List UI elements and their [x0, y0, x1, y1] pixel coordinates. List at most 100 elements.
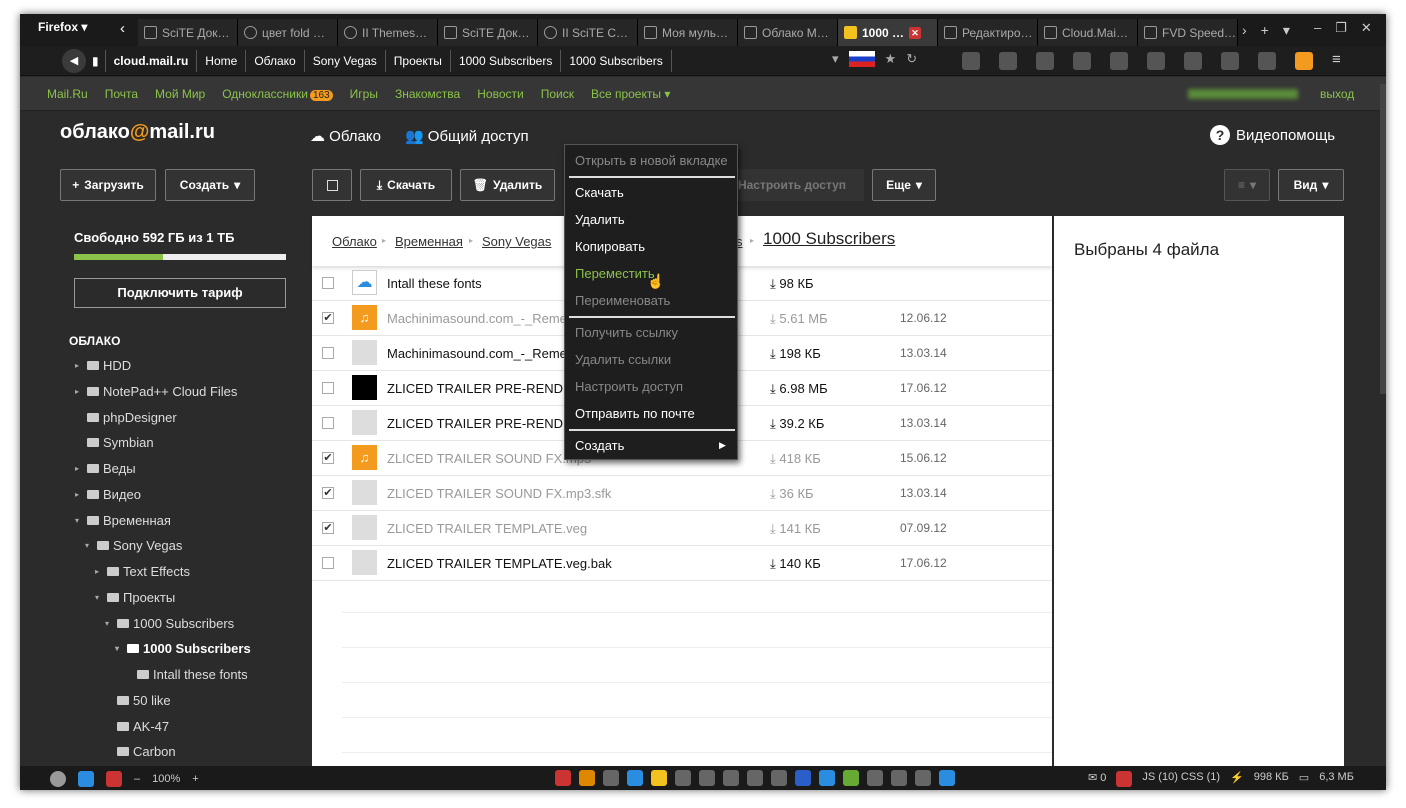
tab-active[interactable]: 1000 … ✕: [838, 19, 938, 46]
face-icon[interactable]: [651, 770, 667, 786]
portal-link-ok[interactable]: Одноклассники 163: [222, 87, 333, 101]
collapse-arrow-icon[interactable]: ▾: [85, 541, 93, 550]
collapse-arrow-icon[interactable]: ▾: [95, 593, 103, 602]
mail-notifier[interactable]: ✉ 0: [1088, 771, 1106, 787]
star-icon[interactable]: [723, 770, 739, 786]
url-bar[interactable]: ▮ cloud.mail.ru Home Облако Sony Vegas П…: [86, 50, 842, 72]
tree-item[interactable]: ▸ Видео: [75, 487, 141, 502]
portal-link[interactable]: Новости: [477, 87, 523, 101]
menu-open-new-tab[interactable]: Открыть в новой вкладке: [575, 153, 728, 168]
bookmark-icon[interactable]: [1221, 52, 1239, 70]
menu-access[interactable]: Настроить доступ: [575, 379, 683, 394]
url-crumb[interactable]: 1000 Subscribers: [451, 50, 562, 72]
save-icon[interactable]: [795, 770, 811, 786]
reload-icon[interactable]: ↻: [906, 51, 917, 67]
tab[interactable]: SciTE Док…: [438, 19, 538, 46]
tab[interactable]: II SciTE C…: [538, 19, 638, 46]
url-crumb[interactable]: Проекты: [386, 50, 451, 72]
video-help-link[interactable]: ? Видеопомощь: [1210, 125, 1335, 145]
minimize-icon[interactable]: –: [1314, 20, 1321, 36]
reload-icon[interactable]: [106, 771, 122, 787]
tree-item[interactable]: phpDesigner: [75, 410, 177, 425]
expand-arrow-icon[interactable]: ▸: [75, 464, 83, 473]
row-checkbox[interactable]: ✔: [322, 522, 334, 534]
file-name[interactable]: Machinimasound.com_-_Reme: [387, 311, 567, 326]
tree-item[interactable]: ▸ NotePad++ Cloud Files: [75, 384, 237, 399]
tab[interactable]: FVD Speed…: [1138, 19, 1238, 46]
tree-item[interactable]: ▾ 1000 Subscribers: [105, 616, 234, 631]
tab[interactable]: цвет fold …: [238, 19, 338, 46]
menu-download[interactable]: Скачать: [575, 185, 624, 200]
file-name[interactable]: Intall these fonts: [387, 276, 482, 291]
cloud-logo[interactable]: облако@mail.ru: [60, 121, 215, 144]
send-icon[interactable]: [747, 770, 763, 786]
addon-icon[interactable]: [1116, 771, 1133, 787]
breadcrumb-link[interactable]: Облако: [332, 234, 377, 249]
row-checkbox[interactable]: [322, 382, 334, 394]
menu-get-link[interactable]: Получить ссылку: [575, 325, 678, 340]
addon-icon[interactable]: [555, 770, 571, 786]
row-checkbox[interactable]: ✔: [322, 487, 334, 499]
upload-button[interactable]: + Загрузить: [60, 169, 156, 201]
portal-link[interactable]: Почта: [105, 87, 138, 101]
refresh-icon[interactable]: [627, 770, 643, 786]
row-checkbox[interactable]: [322, 277, 334, 289]
tree-item[interactable]: Carbon: [105, 744, 176, 759]
url-crumb[interactable]: 1000 Subscribers: [561, 50, 672, 72]
home-icon[interactable]: ▮: [86, 50, 106, 72]
collapse-arrow-icon[interactable]: ▾: [75, 516, 83, 525]
tab[interactable]: Моя муль…: [638, 19, 738, 46]
download-arrow-icon[interactable]: [843, 770, 859, 786]
clipboard-icon[interactable]: [999, 52, 1017, 70]
url-crumb[interactable]: Sony Vegas: [305, 50, 386, 72]
zoom-out-icon[interactable]: –: [134, 773, 140, 785]
collapse-arrow-icon[interactable]: ▾: [115, 644, 123, 653]
nav-shared[interactable]: 👥 Общий доступ: [405, 127, 529, 145]
file-name[interactable]: ZLICED TRAILER TEMPLATE.veg: [387, 521, 587, 536]
row-checkbox[interactable]: [322, 417, 334, 429]
download-icon[interactable]: [1295, 52, 1313, 70]
firefox-menu-button[interactable]: Firefox ▾: [38, 20, 87, 34]
connect-plan-button[interactable]: Подключить тариф: [74, 278, 286, 308]
menu-rename[interactable]: Переименовать: [575, 293, 670, 308]
portal-link[interactable]: Игры: [350, 87, 378, 101]
breadcrumb-current[interactable]: 1000 Subscribers: [763, 229, 895, 249]
close-window-icon[interactable]: ✕: [1361, 20, 1372, 36]
menu-create[interactable]: Создать: [575, 438, 624, 453]
tab[interactable]: Редактиро…: [938, 19, 1038, 46]
clock-icon[interactable]: [699, 770, 715, 786]
zoom-in-icon[interactable]: +: [192, 773, 198, 785]
new-tab-icon[interactable]: +: [1261, 22, 1269, 39]
tree-item[interactable]: ▸ Веды: [75, 461, 136, 476]
row-checkbox[interactable]: ✔: [322, 452, 334, 464]
tree-item[interactable]: AK-47: [105, 719, 169, 734]
tab[interactable]: Cloud.Mai…: [1038, 19, 1138, 46]
delete-button[interactable]: 🗑 Удалить: [460, 169, 555, 201]
dropdown-icon[interactable]: ▾: [832, 51, 839, 67]
file-name[interactable]: Machinimasound.com_-_Reme: [387, 346, 567, 361]
addon-icon[interactable]: [962, 52, 980, 70]
access-button[interactable]: Настроить доступ: [720, 169, 864, 201]
tree-item[interactable]: ▾ Sony Vegas: [85, 538, 182, 553]
file-name[interactable]: ZLICED TRAILER PRE-RENDE: [387, 416, 572, 431]
tree-item[interactable]: ▾ Временная: [75, 513, 171, 528]
gear-icon[interactable]: [1147, 52, 1165, 70]
portal-link[interactable]: Знакомства: [395, 87, 460, 101]
url-crumb[interactable]: cloud.mail.ru: [106, 50, 198, 72]
tools-icon[interactable]: [1073, 52, 1091, 70]
expand-arrow-icon[interactable]: ▸: [75, 490, 83, 499]
logout-link[interactable]: выход: [1320, 87, 1354, 101]
screenshot-icon[interactable]: [1258, 52, 1276, 70]
tree-item[interactable]: Intall these fonts: [125, 667, 248, 682]
menu-delete[interactable]: Удалить: [575, 212, 625, 227]
search-icon[interactable]: [867, 770, 883, 786]
url-crumb[interactable]: Home: [197, 50, 247, 72]
tree-item[interactable]: 50 like: [105, 693, 171, 708]
addon-icon[interactable]: [819, 770, 835, 786]
file-name[interactable]: ZLICED TRAILER SOUND FX.mp3.sfk: [387, 486, 611, 501]
scrollbar[interactable]: [1380, 84, 1386, 394]
view-button[interactable]: Вид ▾: [1278, 169, 1344, 201]
more-button[interactable]: Еще ▾: [872, 169, 936, 201]
skype-icon[interactable]: [78, 771, 94, 787]
addon-icon[interactable]: [915, 770, 931, 786]
